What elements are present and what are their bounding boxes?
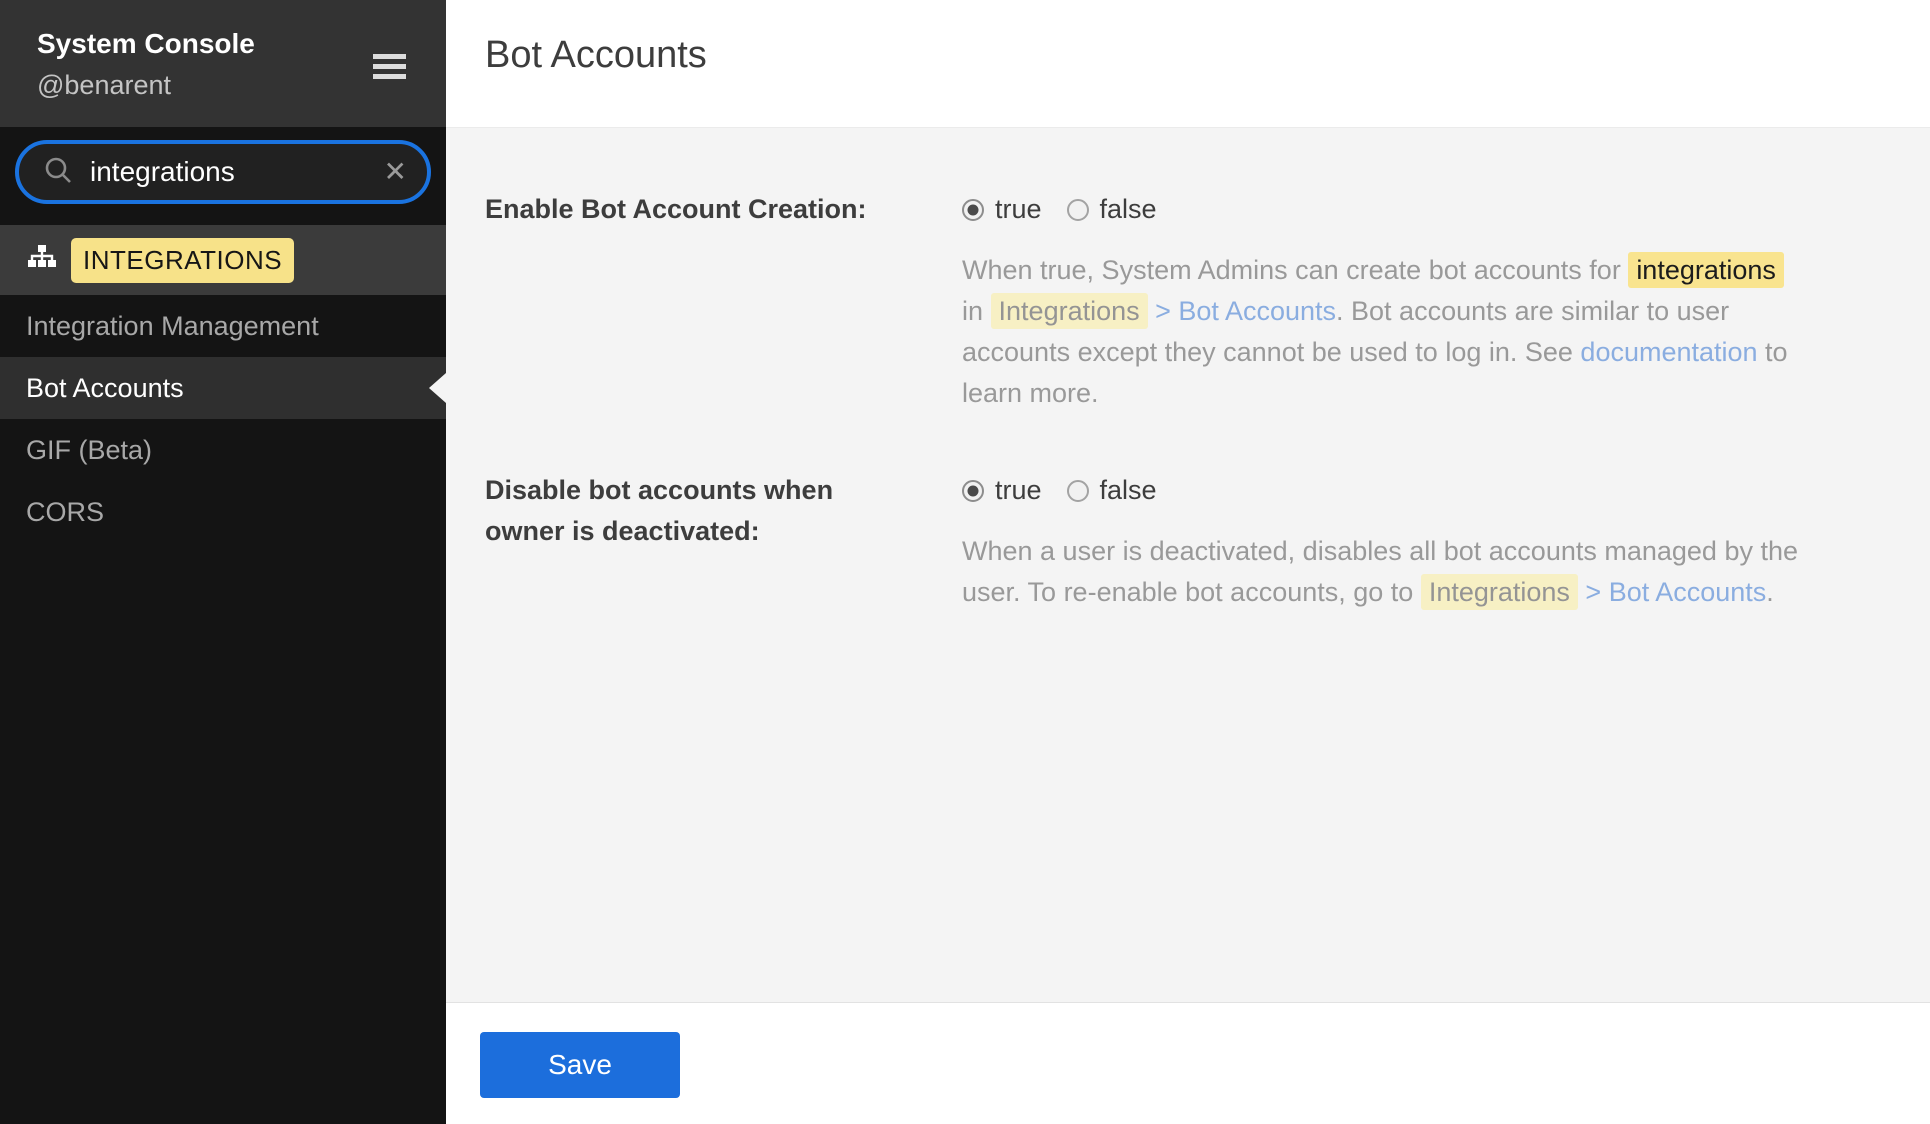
sidebar-search: ✕	[0, 127, 446, 225]
help-text-segment	[1148, 296, 1156, 326]
search-input[interactable]	[90, 156, 384, 188]
setting-control: true false When true, System Admins can c…	[962, 189, 1807, 414]
help-text-segment: in	[962, 296, 991, 326]
help-text-segment: .	[1766, 577, 1774, 607]
search-icon	[43, 155, 73, 190]
highlight-pale: Integrations	[1421, 574, 1578, 610]
radio-group: true false	[962, 189, 1807, 230]
main-panel: Bot Accounts Enable Bot Account Creation…	[446, 0, 1930, 1124]
sidebar-item-bot-accounts[interactable]: Bot Accounts	[0, 357, 446, 419]
radio-true[interactable]	[962, 199, 984, 221]
save-button[interactable]: Save	[480, 1032, 680, 1098]
app-window: System Console @benarent ✕	[0, 0, 1930, 1124]
sidebar-header: System Console @benarent	[0, 0, 446, 127]
setting-enable-bot-account-creation: Enable Bot Account Creation: true false W…	[485, 189, 1890, 414]
sidebar-section-integrations[interactable]: INTEGRATIONS	[0, 225, 446, 295]
help-text: When a user is deactivated, disables all…	[962, 531, 1807, 613]
help-link[interactable]: > Bot Accounts	[1585, 577, 1766, 607]
setting-control: true false When a user is deactivated, di…	[962, 470, 1807, 613]
sidebar-item-integration-management[interactable]: Integration Management	[0, 295, 446, 357]
radio-false[interactable]	[1067, 480, 1089, 502]
search-pill[interactable]: ✕	[15, 140, 431, 204]
setting-label: Disable bot accounts when owner is deact…	[485, 470, 905, 613]
radio-label-true[interactable]: true	[995, 194, 1042, 225]
help-link[interactable]: documentation	[1580, 337, 1757, 367]
help-text: When true, System Admins can create bot …	[962, 250, 1807, 414]
radio-label-false[interactable]: false	[1100, 475, 1157, 506]
page-title: Bot Accounts	[485, 34, 1930, 77]
main-header: Bot Accounts	[446, 0, 1930, 127]
main-footer: Save	[446, 1003, 1930, 1124]
help-link[interactable]: > Bot Accounts	[1155, 296, 1336, 326]
sidebar-item-cors[interactable]: CORS	[0, 481, 446, 543]
radio-false[interactable]	[1067, 199, 1089, 221]
integrations-icon	[27, 243, 57, 278]
radio-label-false[interactable]: false	[1100, 194, 1157, 225]
setting-label: Enable Bot Account Creation:	[485, 189, 905, 414]
setting-disable-bot-accounts-on-owner-deactivation: Disable bot accounts when owner is deact…	[485, 470, 1890, 613]
menu-icon[interactable]	[373, 54, 406, 79]
highlight-pale: Integrations	[991, 293, 1148, 329]
help-text-segment: When true, System Admins can create bot …	[962, 255, 1628, 285]
radio-label-true[interactable]: true	[995, 475, 1042, 506]
settings-area: Enable Bot Account Creation: true false W…	[446, 127, 1930, 1003]
section-label-highlighted: INTEGRATIONS	[71, 238, 294, 283]
sidebar: System Console @benarent ✕	[0, 0, 446, 1124]
radio-true[interactable]	[962, 480, 984, 502]
clear-search-icon[interactable]: ✕	[384, 158, 407, 186]
radio-group: true false	[962, 470, 1807, 511]
sidebar-item-gif-beta[interactable]: GIF (Beta)	[0, 419, 446, 481]
sidebar-menu: Integration ManagementBot AccountsGIF (B…	[0, 295, 446, 1124]
highlight-bright: integrations	[1628, 252, 1784, 288]
